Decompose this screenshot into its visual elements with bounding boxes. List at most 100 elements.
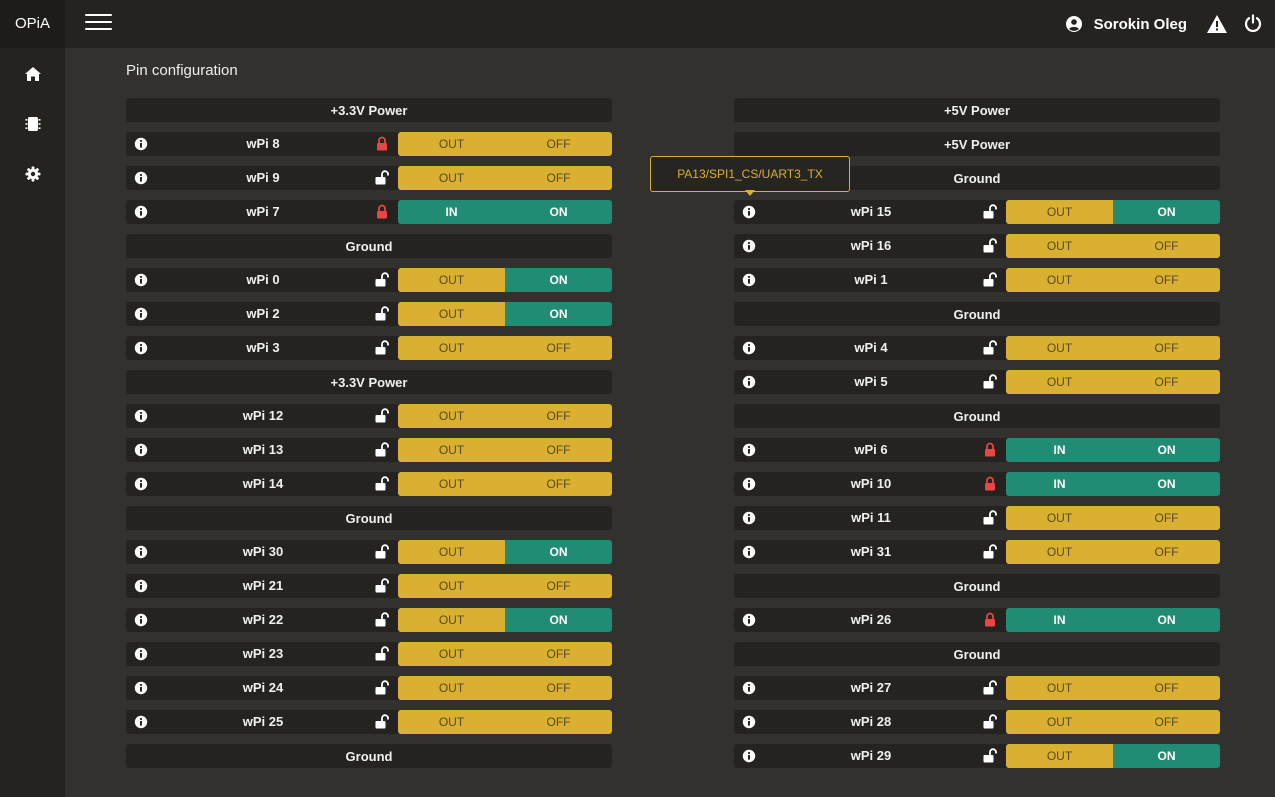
pin-mode-button[interactable]: OUT [398, 642, 505, 666]
info-icon[interactable] [742, 545, 756, 559]
pin-mode-button[interactable]: OUT [398, 404, 505, 428]
lock-open-icon[interactable] [375, 714, 389, 729]
pin-mode-button[interactable]: OUT [398, 710, 505, 734]
pin-mode-button[interactable]: IN [1006, 472, 1113, 496]
lock-closed-icon[interactable] [983, 476, 997, 491]
pin-state-button[interactable]: OFF [1113, 676, 1220, 700]
info-icon[interactable] [134, 613, 148, 627]
pin-mode-button[interactable]: OUT [1006, 200, 1113, 224]
pin-mode-button[interactable]: OUT [398, 336, 505, 360]
info-icon[interactable] [134, 681, 148, 695]
pin-mode-button[interactable]: OUT [398, 438, 505, 462]
info-icon[interactable] [742, 681, 756, 695]
sidebar-item-pins[interactable] [0, 104, 65, 144]
pin-mode-button[interactable]: IN [1006, 608, 1113, 632]
info-icon[interactable] [134, 307, 148, 321]
info-icon[interactable] [134, 715, 148, 729]
pin-mode-button[interactable]: OUT [1006, 744, 1113, 768]
lock-open-icon[interactable] [983, 748, 997, 763]
info-icon[interactable] [134, 205, 148, 219]
pin-state-button[interactable]: OFF [505, 642, 612, 666]
pin-state-button[interactable]: ON [1113, 608, 1220, 632]
pin-mode-button[interactable]: OUT [398, 166, 505, 190]
info-icon[interactable] [742, 715, 756, 729]
sidebar-item-settings[interactable] [0, 154, 65, 194]
brand-logo[interactable]: OPiA [0, 0, 65, 48]
lock-open-icon[interactable] [375, 306, 389, 321]
info-icon[interactable] [742, 613, 756, 627]
info-icon[interactable] [134, 273, 148, 287]
pin-mode-button[interactable]: OUT [398, 132, 505, 156]
info-icon[interactable] [134, 171, 148, 185]
pin-state-button[interactable]: OFF [1113, 268, 1220, 292]
pin-state-button[interactable]: OFF [1113, 506, 1220, 530]
pin-state-button[interactable]: OFF [1113, 234, 1220, 258]
pin-state-button[interactable]: OFF [505, 336, 612, 360]
info-icon[interactable] [742, 375, 756, 389]
info-icon[interactable] [742, 511, 756, 525]
info-icon[interactable] [134, 477, 148, 491]
lock-open-icon[interactable] [375, 578, 389, 593]
pin-mode-button[interactable]: OUT [1006, 506, 1113, 530]
lock-open-icon[interactable] [375, 442, 389, 457]
lock-open-icon[interactable] [983, 374, 997, 389]
pin-mode-button[interactable]: OUT [398, 574, 505, 598]
info-icon[interactable] [134, 409, 148, 423]
pin-mode-button[interactable]: OUT [1006, 676, 1113, 700]
pin-state-button[interactable]: ON [1113, 472, 1220, 496]
sidebar-item-home[interactable] [0, 54, 65, 94]
pin-state-button[interactable]: OFF [505, 676, 612, 700]
pin-mode-button[interactable]: IN [1006, 438, 1113, 462]
info-icon[interactable] [742, 273, 756, 287]
pin-mode-button[interactable]: OUT [1006, 268, 1113, 292]
pin-mode-button[interactable]: OUT [398, 676, 505, 700]
pin-mode-button[interactable]: OUT [398, 268, 505, 292]
info-icon[interactable] [742, 205, 756, 219]
pin-mode-button[interactable]: OUT [398, 302, 505, 326]
info-icon[interactable] [134, 545, 148, 559]
warning-icon[interactable] [1207, 15, 1227, 33]
lock-open-icon[interactable] [375, 612, 389, 627]
pin-state-button[interactable]: ON [505, 302, 612, 326]
pin-state-button[interactable]: ON [505, 200, 612, 224]
pin-state-button[interactable]: ON [1113, 438, 1220, 462]
pin-state-button[interactable]: OFF [1113, 710, 1220, 734]
pin-state-button[interactable]: OFF [505, 574, 612, 598]
menu-toggle-icon[interactable] [85, 14, 112, 32]
lock-open-icon[interactable] [983, 714, 997, 729]
lock-open-icon[interactable] [375, 544, 389, 559]
pin-state-button[interactable]: ON [505, 608, 612, 632]
lock-open-icon[interactable] [983, 544, 997, 559]
info-icon[interactable] [742, 477, 756, 491]
info-icon[interactable] [742, 239, 756, 253]
pin-mode-button[interactable]: OUT [1006, 336, 1113, 360]
pin-mode-button[interactable]: OUT [1006, 710, 1113, 734]
pin-state-button[interactable]: OFF [505, 438, 612, 462]
info-icon[interactable] [134, 647, 148, 661]
info-icon[interactable] [742, 749, 756, 763]
lock-open-icon[interactable] [983, 510, 997, 525]
pin-state-button[interactable]: OFF [505, 166, 612, 190]
info-icon[interactable] [134, 341, 148, 355]
lock-open-icon[interactable] [375, 170, 389, 185]
info-icon[interactable] [134, 137, 148, 151]
pin-state-button[interactable]: OFF [505, 404, 612, 428]
lock-open-icon[interactable] [983, 340, 997, 355]
lock-open-icon[interactable] [983, 272, 997, 287]
pin-state-button[interactable]: ON [505, 268, 612, 292]
info-icon[interactable] [742, 341, 756, 355]
lock-open-icon[interactable] [375, 476, 389, 491]
info-icon[interactable] [134, 443, 148, 457]
pin-state-button[interactable]: OFF [1113, 370, 1220, 394]
pin-state-button[interactable]: ON [1113, 200, 1220, 224]
pin-mode-button[interactable]: OUT [398, 540, 505, 564]
lock-closed-icon[interactable] [983, 442, 997, 457]
lock-open-icon[interactable] [375, 408, 389, 423]
lock-open-icon[interactable] [983, 238, 997, 253]
power-icon[interactable] [1244, 14, 1262, 32]
lock-open-icon[interactable] [375, 680, 389, 695]
user-menu[interactable]: Sorokin Oleg [1065, 0, 1187, 48]
lock-closed-icon[interactable] [983, 612, 997, 627]
pin-mode-button[interactable]: IN [398, 200, 505, 224]
pin-state-button[interactable]: ON [505, 540, 612, 564]
